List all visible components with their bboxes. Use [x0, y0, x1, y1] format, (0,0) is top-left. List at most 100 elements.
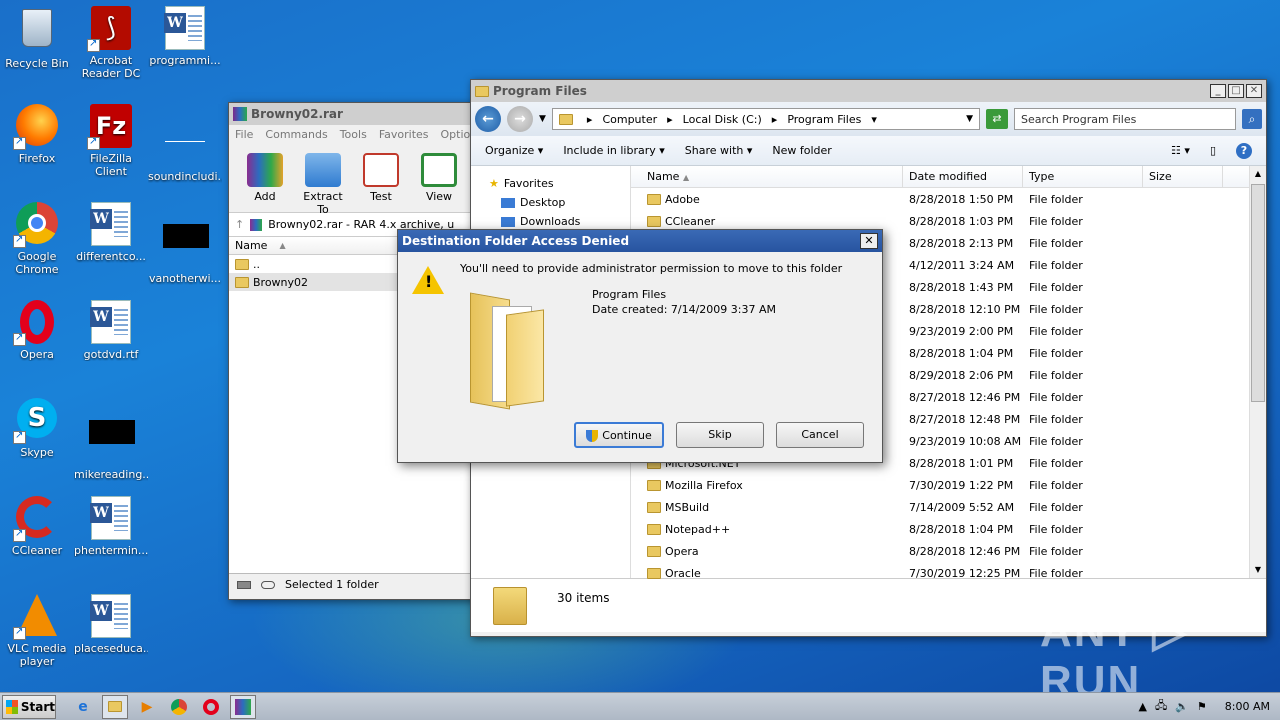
action-center-flag-icon[interactable]: ⚑: [1197, 700, 1207, 713]
table-row[interactable]: Mozilla Firefox 7/30/2019 1:22 PM File fol…: [631, 474, 1266, 496]
menu-tools[interactable]: Tools: [340, 128, 367, 144]
search-icon[interactable]: ⌕: [1242, 109, 1262, 129]
file-date-cell: 8/28/2018 12:46 PM: [909, 544, 1021, 558]
organize-menu[interactable]: Organize ▾: [485, 144, 543, 157]
file-date-cell: 7/30/2019 1:22 PM: [909, 478, 1014, 492]
column-header-size[interactable]: Size: [1143, 166, 1223, 187]
file-name-cell: MSBuild: [631, 501, 903, 514]
winrar-titlebar[interactable]: Browny02.rar: [229, 103, 475, 125]
breadcrumb-separator-icon: ▾: [871, 112, 877, 126]
include-in-library-menu[interactable]: Include in library ▾: [563, 144, 664, 157]
desktop-icon: [501, 197, 515, 208]
table-row[interactable]: MSBuild 7/14/2009 5:52 AM File folder: [631, 496, 1266, 518]
desktop-icon-chrome[interactable]: Google Chrome: [0, 202, 74, 276]
add-button[interactable]: Add: [243, 153, 287, 206]
file-type-cell: File folder: [1029, 478, 1083, 492]
menu-file[interactable]: File: [235, 128, 253, 144]
view-button[interactable]: View: [417, 153, 461, 206]
desktop-icon-file-2[interactable]: soundincludi...: [148, 104, 222, 183]
desktop-icon-firefox[interactable]: Firefox: [0, 104, 74, 165]
column-header-name[interactable]: Name ▲: [631, 166, 903, 187]
menu-favorites[interactable]: Favorites: [379, 128, 429, 144]
clock[interactable]: 8:00 AM: [1225, 700, 1270, 713]
up-arrow-icon[interactable]: ↑: [235, 218, 244, 231]
scroll-up-icon[interactable]: ▲: [1250, 166, 1266, 182]
desktop-icon-vlc[interactable]: VLC media player: [0, 594, 74, 668]
column-header-type[interactable]: Type: [1023, 166, 1143, 187]
minimize-button[interactable]: _: [1210, 84, 1226, 98]
preview-pane-icon[interactable]: ▯: [1210, 144, 1216, 157]
acrobat-icon: ⟆: [87, 6, 133, 52]
windows-logo-icon: [6, 699, 18, 714]
recent-pages-chevron-icon[interactable]: ▼: [539, 114, 546, 124]
test-button[interactable]: Test: [359, 153, 403, 206]
tray-expand-icon[interactable]: ▲: [1138, 700, 1146, 713]
desktop-icon-doc-3[interactable]: W differentco...: [74, 202, 148, 263]
file-type-cell: File folder: [1029, 500, 1083, 514]
close-button[interactable]: ✕: [1246, 84, 1262, 98]
file-date-cell: 8/28/2018 1:04 PM: [909, 522, 1014, 536]
taskbar-winrar-icon[interactable]: [230, 694, 256, 719]
blacked-out-icon: [163, 224, 209, 268]
refresh-button[interactable]: ⇄: [986, 109, 1008, 129]
start-button[interactable]: Start: [2, 694, 56, 719]
address-dropdown-icon[interactable]: ▼: [966, 114, 973, 124]
desktop-icon-acrobat[interactable]: ⟆ Acrobat Reader DC: [74, 6, 148, 80]
address-bar[interactable]: ▸ Computer ▸ Local Disk (C:) ▸ Program F…: [551, 108, 980, 130]
taskbar-explorer-icon[interactable]: [102, 694, 128, 719]
new-folder-button[interactable]: New folder: [772, 144, 831, 157]
desktop-icon-file-5[interactable]: mikereading...: [74, 398, 148, 481]
nav-desktop[interactable]: Desktop: [471, 193, 630, 212]
network-icon[interactable]: 🖧: [1155, 697, 1167, 716]
desktop-icon-opera[interactable]: Opera: [0, 300, 74, 361]
view-options-icon[interactable]: ☷ ▾: [1171, 144, 1190, 157]
vertical-scrollbar[interactable]: ▲ ▼: [1249, 166, 1266, 578]
breadcrumb-separator-icon: ▸: [586, 112, 593, 126]
search-input[interactable]: Search Program Files: [1014, 108, 1236, 130]
share-with-menu[interactable]: Share with ▾: [685, 144, 753, 157]
desktop-icon-doc-1[interactable]: W programmi...: [148, 6, 222, 67]
skip-button[interactable]: Skip: [676, 422, 764, 448]
desktop-icon-ccleaner[interactable]: CCleaner: [0, 496, 74, 557]
cancel-button[interactable]: Cancel: [776, 422, 864, 448]
desktop-icon-filezilla[interactable]: Fz FileZilla Client: [74, 104, 148, 178]
desktop-icon-gotdvd[interactable]: W gotdvd.rtf: [74, 300, 148, 361]
help-icon[interactable]: ?: [1236, 142, 1252, 159]
desktop-icon-doc-6[interactable]: W phentermin...: [74, 496, 148, 557]
taskbar-opera-icon[interactable]: [198, 695, 224, 719]
dialog-close-button[interactable]: ✕: [860, 233, 878, 249]
desktop-icon-recycle-bin[interactable]: Recycle Bin: [0, 6, 74, 70]
table-row[interactable]: Notepad++ 8/28/2018 1:04 PM File folder: [631, 518, 1266, 540]
scrollbar-thumb[interactable]: [1251, 184, 1265, 402]
table-row[interactable]: Opera 8/28/2018 12:46 PM File folder: [631, 540, 1266, 562]
access-denied-dialog[interactable]: Destination Folder Access Denied ✕ ! You…: [397, 229, 883, 463]
nav-favorites[interactable]: ★ Favorites: [471, 174, 630, 193]
winrar-app-icon: [233, 107, 247, 121]
table-row[interactable]: Oracle 7/30/2019 12:25 PM File folder: [631, 562, 1266, 584]
taskbar-ie-icon[interactable]: e: [70, 695, 96, 719]
maximize-button[interactable]: □: [1228, 84, 1244, 98]
desktop-icon-file-4[interactable]: vanotherwi...: [148, 202, 222, 285]
file-type-cell: File folder: [1029, 214, 1083, 228]
menu-commands[interactable]: Commands: [265, 128, 327, 144]
file-date-cell: 8/28/2018 2:13 PM: [909, 236, 1014, 250]
file-type-cell: File folder: [1029, 566, 1083, 580]
back-button[interactable]: ←: [475, 106, 501, 132]
extract-to-button[interactable]: Extract To: [301, 153, 345, 216]
file-type-cell: File folder: [1029, 434, 1083, 448]
taskbar-media-player-icon[interactable]: ▶: [134, 695, 160, 719]
desktop-icon-skype[interactable]: S Skype: [0, 398, 74, 459]
taskbar-chrome-icon[interactable]: [166, 695, 192, 719]
explorer-titlebar[interactable]: Program Files _ □ ✕: [471, 80, 1266, 102]
column-header-date[interactable]: Date modified: [903, 166, 1023, 187]
continue-button[interactable]: Continue: [574, 422, 664, 448]
volume-icon[interactable]: 🔈: [1175, 700, 1189, 713]
table-row[interactable]: Adobe 8/28/2018 1:50 PM File folder: [631, 188, 1266, 210]
desktop-icon-doc-7[interactable]: W placeseduca...: [74, 594, 148, 655]
breadcrumb-local-disk[interactable]: Local Disk (C:): [683, 113, 762, 126]
forward-button[interactable]: →: [507, 106, 533, 132]
breadcrumb-computer[interactable]: Computer: [602, 113, 657, 126]
breadcrumb-program-files[interactable]: Program Files: [787, 113, 861, 126]
scroll-down-icon[interactable]: ▼: [1250, 562, 1266, 578]
dialog-titlebar[interactable]: Destination Folder Access Denied ✕: [398, 230, 882, 252]
